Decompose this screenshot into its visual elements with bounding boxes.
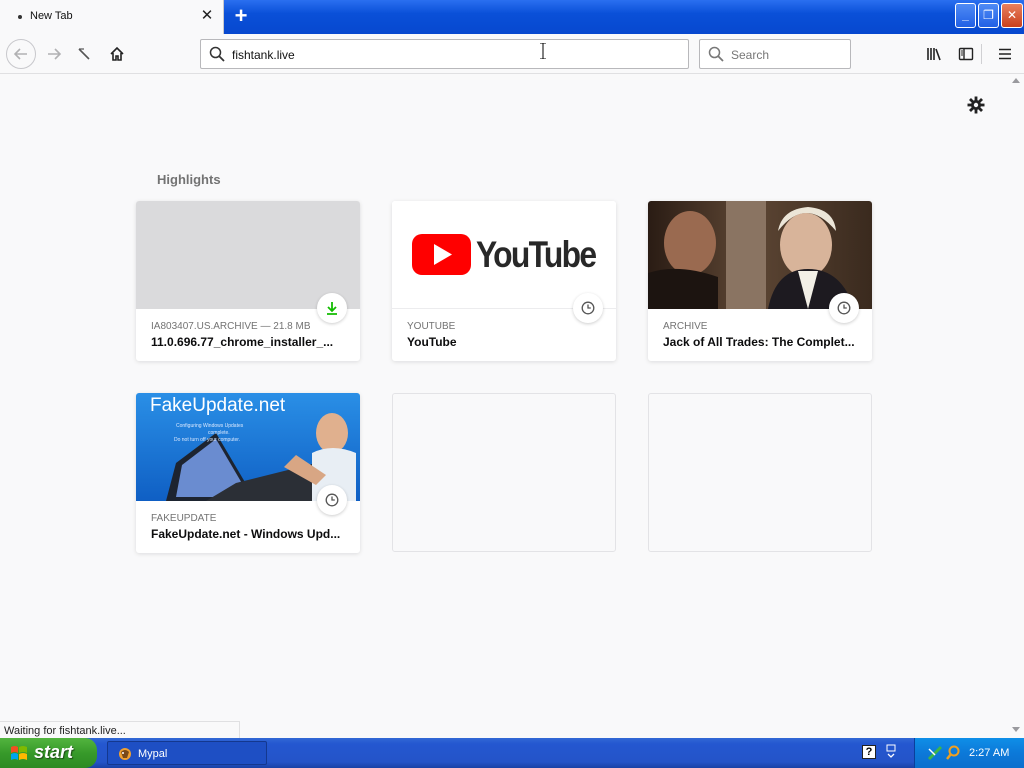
history-badge [573,293,603,323]
stop-icon [78,48,90,60]
scroll-up-icon[interactable] [1012,78,1020,83]
card-source: IA803407.US.ARCHIVE — 21.8 MB [151,321,311,332]
highlight-card[interactable]: ARCHIVE Jack of All Trades: The Complet.… [648,201,872,361]
search-icon [708,46,724,62]
tab-strip: New Tab ✕ + _ ❐ ✕ [0,0,1024,34]
network-tray-icon[interactable] [927,745,943,761]
search-icon [209,46,225,62]
highlight-card[interactable]: FakeUpdate.net Configuring Windows Updat… [136,393,360,553]
card-title: Jack of All Trades: The Complet... [663,335,855,349]
taskbar-item-label: Mypal [138,748,168,760]
address-bar[interactable]: fishtank.live [200,39,689,69]
clock-icon [837,301,851,315]
tab-title: New Tab [30,10,73,22]
library-icon [927,48,941,61]
home-button[interactable] [103,40,131,68]
home-icon [110,46,124,61]
stop-loading-button[interactable] [70,40,98,68]
taskbar-item-mypal[interactable]: Mypal [107,741,267,765]
maximize-button[interactable]: ❐ [978,3,999,28]
close-window-button[interactable]: ✕ [1001,3,1023,28]
thumb-heading: FakeUpdate.net [150,395,286,416]
library-button[interactable] [920,40,948,68]
clock-icon [325,493,339,507]
sidebar-toggle-button[interactable] [952,40,980,68]
empty-highlight-placeholder [392,393,616,552]
history-badge [829,293,859,323]
card-source: ARCHIVE [663,321,708,332]
taskbar: start Mypal ? 2:27 AM [0,738,1024,768]
mypal-app-icon [119,748,131,760]
forward-button[interactable] [40,40,68,68]
scroll-down-icon[interactable] [1012,727,1020,732]
tab-new-tab[interactable]: New Tab ✕ [0,0,224,34]
new-tab-button[interactable]: + [230,5,252,27]
vertical-scrollbar[interactable] [1008,75,1024,738]
thumb-line-2: complete. [208,430,230,436]
status-bar: Waiting for fishtank.live... [0,721,240,738]
url-input[interactable]: fishtank.live [232,48,295,62]
youtube-logo-text: YouTube [476,234,597,275]
card-source: FAKEUPDATE [151,513,217,524]
toolbar-separator [981,44,982,64]
clock-icon [581,301,595,315]
windows-logo-icon [11,746,27,760]
sidebar-icon [958,47,974,61]
empty-highlight-placeholder [648,393,872,552]
card-source: YOUTUBE [407,321,456,332]
search-input[interactable]: Search [731,48,769,62]
back-button[interactable] [6,39,36,69]
menu-button[interactable] [991,40,1019,68]
card-title: YouTube [407,335,457,349]
thumb-line-3: Do not turn off your computer. [174,437,241,443]
thumb-line-1: Configuring Windows Updates [176,423,244,429]
text-cursor-icon [540,43,546,59]
back-arrow-icon [13,48,27,60]
gear-icon[interactable] [966,95,986,115]
hamburger-menu-icon [999,48,1011,60]
start-button[interactable]: start [0,738,97,768]
help-icon[interactable]: ? [862,745,876,759]
taskbar-clock: 2:27 AM [969,747,1010,759]
navigation-toolbar: fishtank.live Search [0,34,1024,74]
search-bar[interactable]: Search [699,39,851,69]
minimize-button[interactable]: _ [955,3,976,28]
download-icon [327,302,337,315]
tab-close-button[interactable]: ✕ [200,8,214,24]
tab-loading-icon [18,15,22,19]
start-label: start [34,742,74,762]
download-badge [317,293,347,323]
highlight-card[interactable]: IA803407.US.ARCHIVE — 21.8 MB 11.0.696.7… [136,201,360,361]
card-title: 11.0.696.77_chrome_installer_... [151,335,334,349]
language-bar-icon[interactable] [884,744,898,762]
search-tray-icon[interactable] [945,745,961,761]
highlight-card[interactable]: YouTube YOUTUBE YouTube [392,201,616,361]
system-tray: 2:27 AM [914,738,1024,768]
history-badge [317,485,347,515]
highlights-heading: Highlights [157,172,221,187]
card-title: FakeUpdate.net - Windows Upd... [151,527,341,541]
new-tab-page: Highlights IA803407.US.ARCHIVE — 21.8 MB… [0,75,1008,738]
forward-arrow-icon [48,48,62,60]
